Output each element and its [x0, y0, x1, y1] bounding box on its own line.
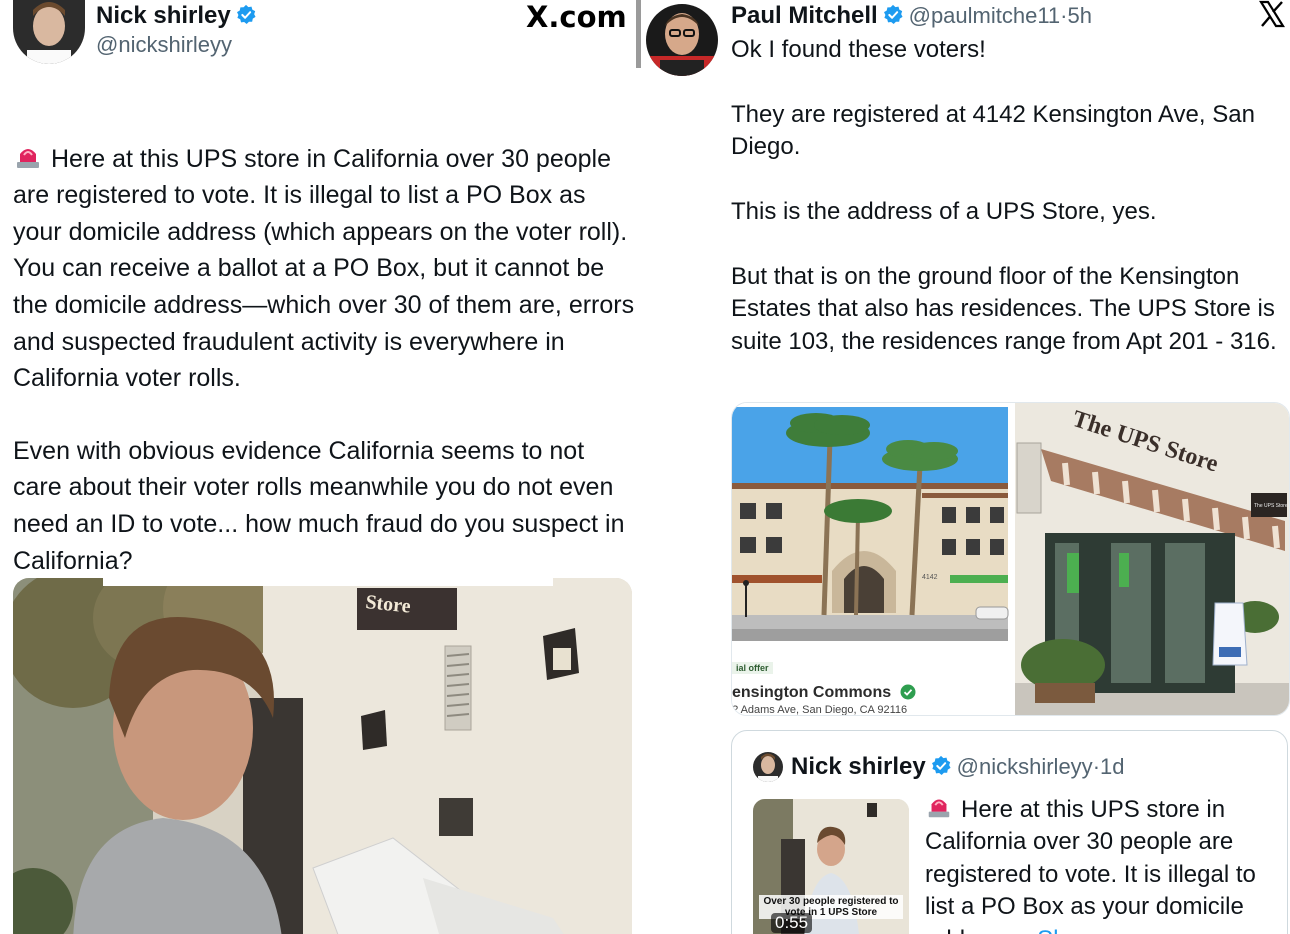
tweet-video[interactable]: Store [13, 578, 632, 934]
author-handle[interactable]: @paulmitche11 [909, 3, 1061, 28]
siren-icon [928, 799, 950, 818]
quoted-tweet[interactable]: Nick shirley @nickshirleyy·1d Over 30 pe… [731, 730, 1288, 934]
meta-separator: · [1092, 754, 1101, 779]
listing-title[interactable]: ensington Commons [732, 684, 891, 701]
video-duration: 0:55 [771, 913, 813, 933]
meta-separator: · [1060, 3, 1068, 28]
source-mark: X.com [526, 0, 627, 34]
tweet-paragraph: Here at this UPS store in California ove… [13, 144, 635, 393]
listing-photo[interactable]: 4142 ial offer ensington Commons ? Adams… [732, 403, 1011, 716]
quoted-post-time[interactable]: 1d [1100, 754, 1124, 779]
author-name[interactable]: Nick shirley [96, 2, 231, 29]
author-name[interactable]: Paul Mitchell [731, 2, 878, 29]
offer-badge: ial offer [732, 662, 773, 674]
video-sign-text: Store [364, 591, 411, 618]
quoted-author-name[interactable]: Nick shirley [791, 753, 926, 780]
show-more-link[interactable]: Show more [1037, 926, 1158, 934]
tweet-photo-grid[interactable]: 4142 ial offer ensington Commons ? Adams… [731, 402, 1290, 716]
avatar[interactable] [646, 4, 718, 76]
tweet-body: Here at this UPS store in California ove… [13, 104, 635, 397]
tweet-paragraph: But that is on the ground floor of the K… [731, 262, 1277, 355]
quoted-author-handle[interactable]: @nickshirleyy [957, 754, 1093, 779]
left-tweet: Nick shirley @nickshirleyy X.com Here at… [0, 0, 636, 934]
tweet-paragraph: Ok I found these voters! [731, 36, 986, 63]
tweet-paragraph: Even with obvious evidence California se… [13, 436, 625, 575]
tweet-body: Ok I found these voters! They are regist… [731, 34, 1286, 390]
quoted-video-thumbnail[interactable]: Over 30 people registered to vote in 1 U… [753, 799, 909, 934]
storefront-photo[interactable]: The UPS Store The UPS Store [1015, 403, 1289, 715]
verified-badge-icon [932, 755, 951, 775]
siren-icon [17, 148, 39, 168]
listing-address: ? Adams Ave, San Diego, CA 92116 [732, 704, 908, 716]
quoted-text: Here at this UPS store in California ove… [925, 796, 1256, 934]
x-logo-icon[interactable] [1258, 0, 1286, 33]
post-time[interactable]: 5h [1068, 3, 1092, 28]
author-handle[interactable]: @nickshirleyy [96, 32, 232, 58]
checkmark-icon [900, 684, 916, 700]
verified-badge-icon [884, 4, 903, 24]
avatar[interactable] [13, 0, 85, 64]
tweet-paragraph: They are registered at 4142 Kensington A… [731, 100, 1255, 161]
right-tweet: Paul Mitchell @paulmitche11·5h Ok I foun… [641, 0, 1290, 934]
avatar[interactable] [753, 752, 783, 782]
verified-badge-icon [237, 4, 256, 24]
quoted-tweet-body: Here at this UPS store in California ove… [925, 793, 1275, 934]
tweet-paragraph: This is the address of a UPS Store, yes. [731, 198, 1157, 225]
building-number: 4142 [922, 574, 938, 581]
hanging-sign: The UPS Store [1254, 503, 1288, 509]
